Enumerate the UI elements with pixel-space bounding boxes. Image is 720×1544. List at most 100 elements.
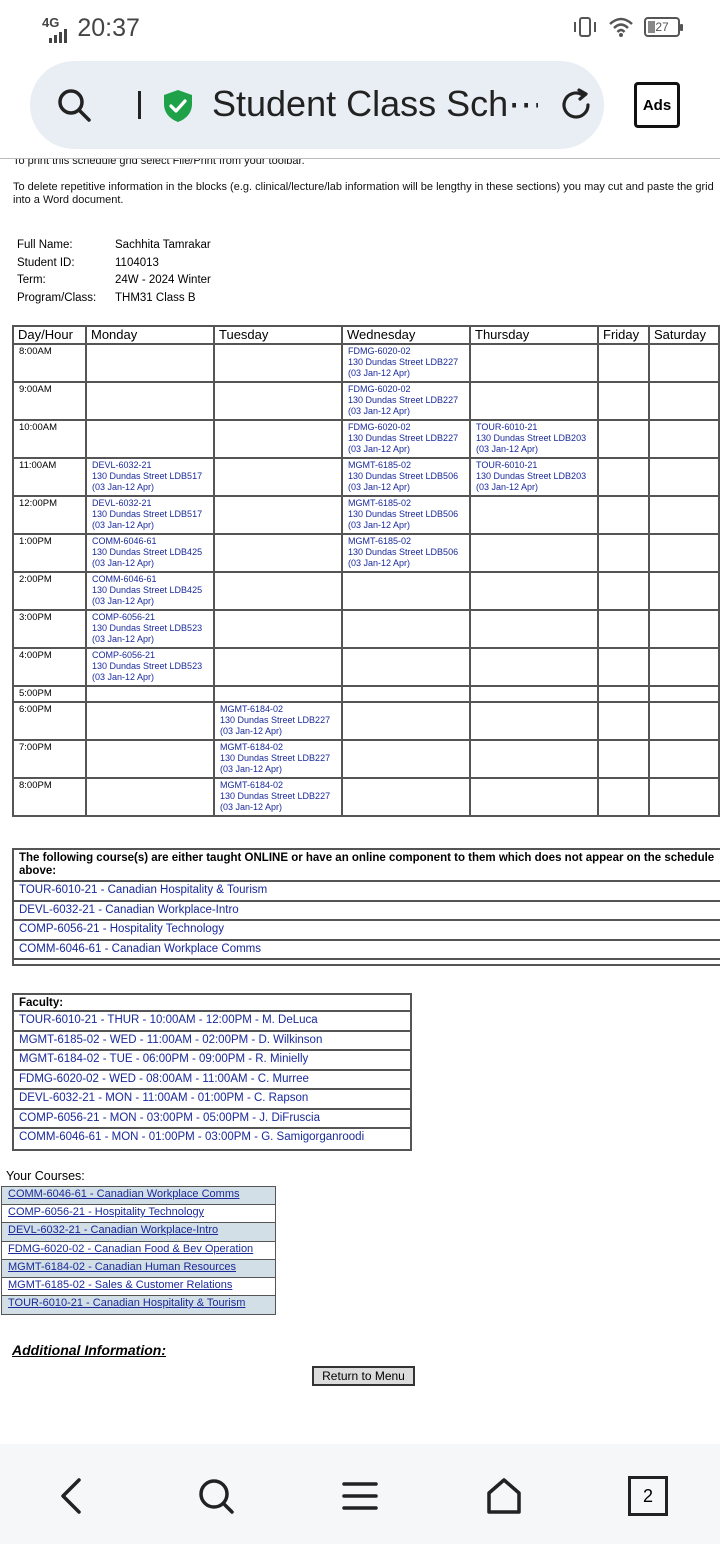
empty-slot — [648, 647, 720, 687]
schedule-row: 10:00AM FDMG-6020-02 130 Dundas Street LD… — [12, 419, 720, 459]
empty-slot — [648, 533, 720, 573]
course-link[interactable]: TOUR-6010-21 - Canadian Hospitality & To… — [8, 1297, 245, 1309]
empty-slot — [469, 609, 599, 649]
course-link[interactable]: MGMT-6185-02 - Sales & Customer Relation… — [8, 1279, 232, 1291]
info-label: Full Name: — [17, 239, 73, 251]
wifi-icon — [609, 17, 633, 37]
online-spacer — [14, 960, 720, 964]
empty-slot — [341, 777, 471, 817]
search-icon[interactable] — [196, 1476, 236, 1516]
empty-slot — [597, 419, 650, 459]
empty-slot — [469, 647, 599, 687]
delete-note: To delete repetitive information in the … — [13, 181, 714, 206]
back-icon[interactable] — [52, 1476, 92, 1516]
online-heading: The following course(s) are either taugh… — [14, 850, 720, 882]
hour-cell: 7:00PM — [12, 739, 87, 779]
empty-slot — [597, 647, 650, 687]
col-header: Tuesday — [213, 325, 343, 345]
class-block: COMM-6046-61 130 Dundas Street LDB425 (0… — [85, 571, 215, 611]
info-row-term: Term: 24W - 2024 Winter — [17, 274, 211, 292]
schedule-row: 3:00PM COMP-6056-21 130 Dundas Street LDB… — [12, 609, 720, 649]
empty-slot — [341, 739, 471, 779]
empty-slot — [213, 381, 343, 421]
empty-slot — [648, 701, 720, 741]
class-block: COMP-6056-21 130 Dundas Street LDB523 (0… — [85, 647, 215, 687]
empty-slot — [469, 495, 599, 535]
course-row: COMP-6056-21 - Hospitality Technology — [2, 1205, 275, 1224]
class-block: TOUR-6010-21 130 Dundas Street LDB203 (0… — [469, 457, 599, 497]
empty-slot — [341, 571, 471, 611]
empty-slot — [648, 419, 720, 459]
info-label: Program/Class: — [17, 291, 97, 304]
schedule-header-row: Day/Hour Monday Tuesday Wednesday Thursd… — [12, 325, 720, 345]
bottom-nav: 2 — [0, 1444, 720, 1544]
empty-slot — [469, 533, 599, 573]
schedule-grid: Day/Hour Monday Tuesday Wednesday Thursd… — [12, 325, 720, 817]
col-header: Monday — [85, 325, 215, 345]
online-courses-table: The following course(s) are either taugh… — [12, 848, 720, 966]
course-row: MGMT-6184-02 - Canadian Human Resources — [2, 1259, 275, 1278]
empty-slot — [648, 381, 720, 421]
info-value: 1104013 — [115, 256, 159, 269]
hour-cell: 9:00AM — [12, 381, 87, 421]
search-icon[interactable] — [56, 87, 92, 123]
address-bar[interactable]: Student Class Sch⋯ — [30, 61, 604, 149]
class-block: TOUR-6010-21 130 Dundas Street LDB203 (0… — [469, 419, 599, 459]
additional-info-heading: Additional Information: — [12, 1342, 166, 1358]
course-link[interactable]: COMP-6056-21 - Hospitality Technology — [8, 1206, 204, 1218]
clock: 20:37 — [77, 14, 140, 42]
empty-slot — [597, 343, 650, 383]
schedule-row: 4:00PM COMP-6056-21 130 Dundas Street LDB… — [12, 647, 720, 687]
status-bar: 4G 20:37 27 — [0, 0, 720, 58]
empty-slot — [341, 685, 471, 703]
return-to-menu-button[interactable]: Return to Menu — [312, 1366, 415, 1386]
class-block: FDMG-6020-02 130 Dundas Street LDB227 (0… — [341, 419, 471, 459]
schedule-row: 11:00AM DEVL-6032-21 130 Dundas Street LD… — [12, 457, 720, 497]
info-value: THM31 Class B — [115, 291, 196, 304]
info-row-id: Student ID: 1104013 — [17, 257, 211, 275]
empty-slot — [85, 419, 215, 459]
class-block: MGMT-6184-02 130 Dundas Street LDB227 (0… — [213, 701, 343, 741]
empty-slot — [213, 457, 343, 497]
empty-slot — [597, 495, 650, 535]
schedule-row: 5:00PM — [12, 685, 720, 703]
course-link[interactable]: MGMT-6184-02 - Canadian Human Resources — [8, 1261, 236, 1273]
home-icon[interactable] — [484, 1476, 524, 1516]
shield-icon[interactable] — [162, 89, 194, 123]
course-link[interactable]: DEVL-6032-21 - Canadian Workplace-Intro — [8, 1224, 218, 1236]
empty-slot — [469, 701, 599, 741]
hour-cell: 8:00PM — [12, 777, 87, 817]
course-link[interactable]: COMM-6046-61 - Canadian Workplace Comms — [8, 1188, 240, 1200]
empty-slot — [469, 739, 599, 779]
faculty-row: COMM-6046-61 - MON - 01:00PM - 03:00PM -… — [19, 1131, 365, 1143]
empty-slot — [213, 533, 343, 573]
empty-slot — [648, 571, 720, 611]
signal-icon — [49, 28, 68, 43]
url-text[interactable]: Student Class Sch⋯ — [212, 83, 538, 125]
ads-button[interactable]: Ads — [634, 82, 680, 128]
faculty-row: FDMG-6020-02 - WED - 08:00AM - 11:00AM -… — [14, 1071, 410, 1090]
menu-icon[interactable] — [340, 1476, 380, 1516]
faculty-table: Faculty: TOUR-6010-21 - THUR - 10:00AM -… — [12, 993, 412, 1151]
tabs-icon[interactable]: 2 — [628, 1476, 668, 1516]
empty-slot — [597, 739, 650, 779]
empty-slot — [597, 571, 650, 611]
course-row: FDMG-6020-02 - Canadian Food & Bev Opera… — [2, 1242, 275, 1260]
col-header: Day/Hour — [12, 325, 87, 345]
empty-slot — [213, 419, 343, 459]
col-header: Friday — [597, 325, 650, 345]
empty-slot — [648, 457, 720, 497]
empty-slot — [213, 343, 343, 383]
class-block: FDMG-6020-02 130 Dundas Street LDB227 (0… — [341, 381, 471, 421]
student-info: Full Name: Sachhita Tamrakar Student ID:… — [17, 239, 211, 309]
reload-icon[interactable] — [558, 87, 594, 123]
course-link[interactable]: FDMG-6020-02 - Canadian Food & Bev Opera… — [8, 1243, 253, 1255]
class-block: MGMT-6184-02 130 Dundas Street LDB227 (0… — [213, 739, 343, 779]
empty-slot — [469, 777, 599, 817]
class-block: COMM-6046-61 130 Dundas Street LDB425 (0… — [85, 533, 215, 573]
col-header: Thursday — [469, 325, 599, 345]
col-header: Wednesday — [341, 325, 471, 345]
empty-slot — [85, 381, 215, 421]
empty-slot — [213, 571, 343, 611]
course-row: DEVL-6032-21 - Canadian Workplace-Intro — [2, 1223, 275, 1242]
